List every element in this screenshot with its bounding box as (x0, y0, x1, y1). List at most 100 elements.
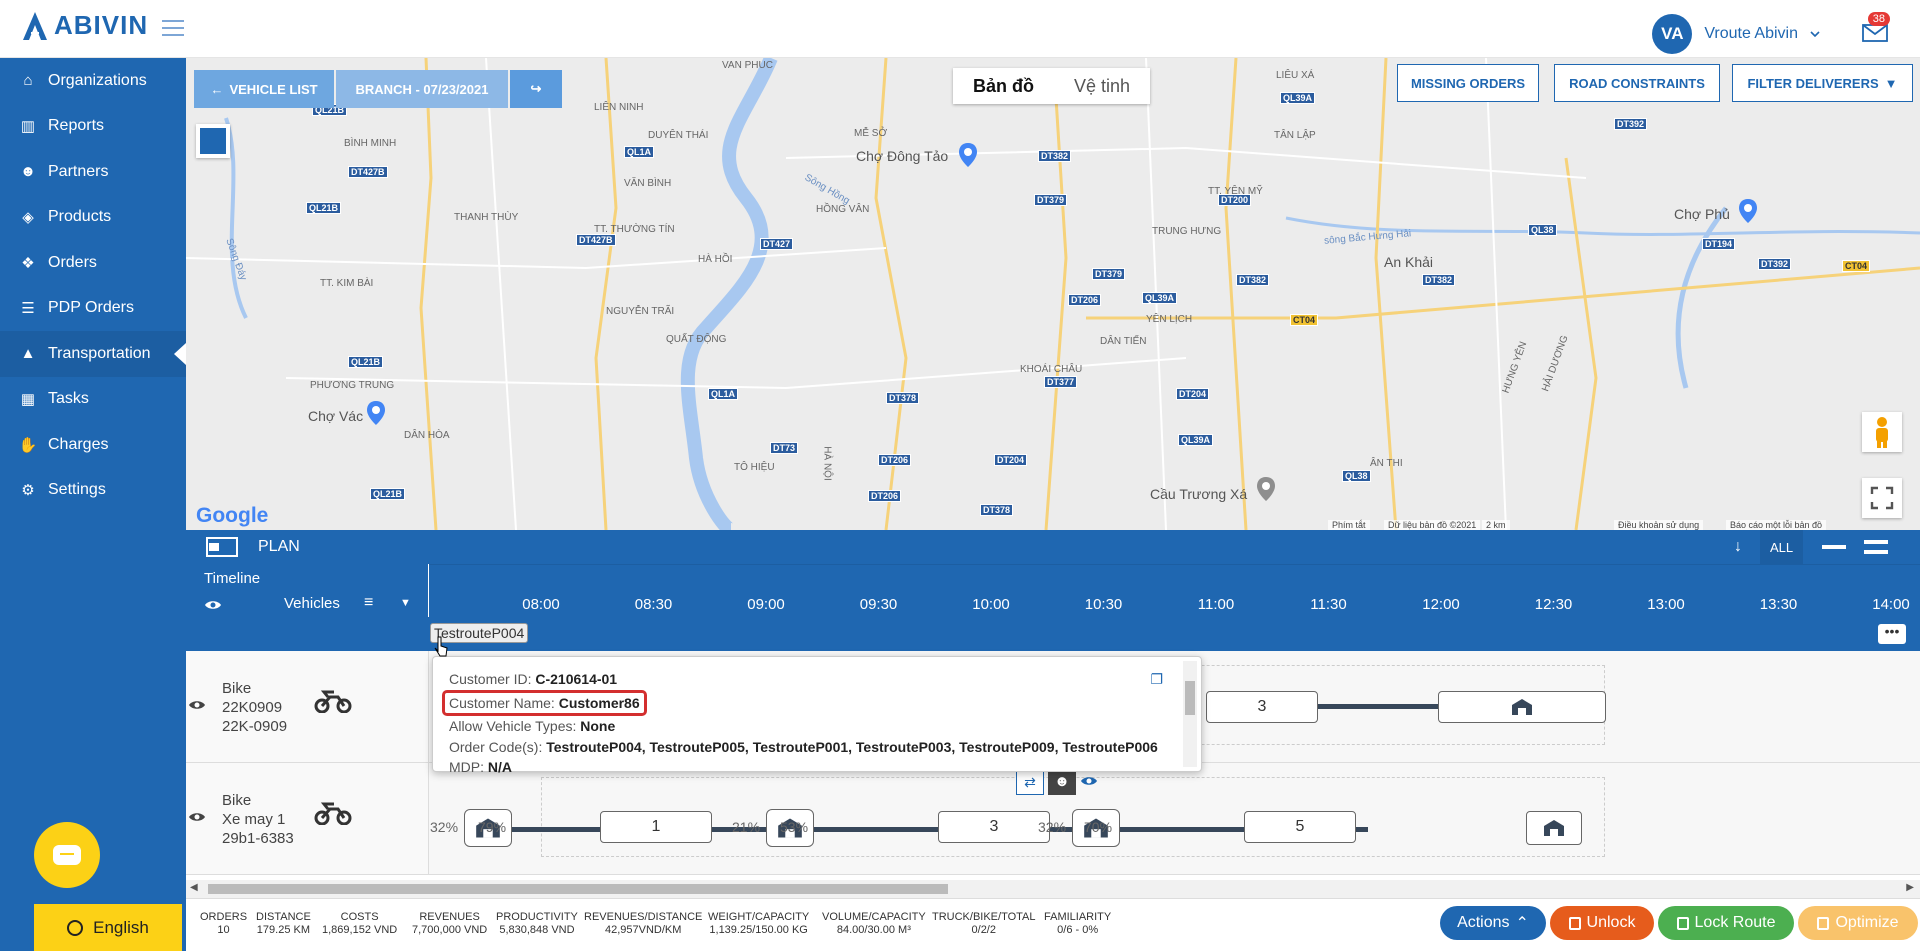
filter-all-button[interactable]: ALL (1760, 530, 1804, 564)
sidebar-item-products[interactable]: ◈ Products (0, 195, 186, 241)
map-place-label: HÀ NỘI (821, 446, 833, 481)
market-pin-icon[interactable] (366, 400, 386, 426)
map-type-satellite[interactable]: Vệ tinh (1054, 68, 1150, 104)
share-button[interactable]: ↪ (510, 70, 562, 108)
road-shield: DT382 (1038, 150, 1072, 162)
chevron-up-icon: ⌃ (1515, 915, 1529, 932)
sidebar-item-transportation[interactable]: ▲ Transportation (0, 331, 186, 377)
map-place-label: THANH THÙY (454, 212, 519, 223)
road-shield: DT427B (576, 234, 616, 246)
arrow-left-icon: ← (210, 81, 224, 97)
stat-costs: COSTS 1,869,152 VND (322, 911, 398, 936)
eye-icon[interactable] (188, 811, 206, 823)
load-percent: 53% (780, 819, 809, 835)
road-shield: CT04 (1290, 314, 1319, 326)
sidebar-item-tasks[interactable]: ▦ Tasks (0, 377, 186, 423)
cubes-icon: ❖ (21, 254, 35, 272)
stat-familiarity: FAMILIARITY 0/6 - 0% (1044, 911, 1112, 936)
sidebar-item-organizations[interactable]: ⌂ Organizations (0, 58, 186, 104)
market-pin-icon[interactable] (958, 142, 978, 168)
map-scale[interactable]: 2 km (1482, 520, 1510, 530)
dropdown-caret-icon[interactable]: ▼ (400, 597, 411, 609)
depot-stop[interactable] (1438, 691, 1606, 723)
load-percent: 32% (430, 819, 459, 835)
lock-route-button[interactable]: Lock Route (1658, 906, 1794, 940)
market-pin-icon[interactable] (1738, 198, 1758, 224)
user-menu[interactable]: VA Vroute Abivin (1652, 14, 1820, 54)
actions-button[interactable]: Actions ⌃ (1440, 906, 1546, 940)
lock-icon (1676, 916, 1689, 930)
road-icon: ▲ (20, 345, 36, 363)
street-view-pegman-icon[interactable] (1862, 412, 1902, 452)
chat-button[interactable] (34, 822, 100, 888)
map-layer-square-button[interactable] (196, 124, 230, 158)
optimize-button[interactable]: Optimize (1798, 906, 1918, 940)
map-place-label: LIÊN NINH (594, 102, 644, 113)
copy-icon[interactable]: ❐ (1150, 669, 1163, 690)
horizontal-scrollbar[interactable]: ◀ ▶ (186, 880, 1920, 898)
brand-logo[interactable]: ABIVIN (22, 10, 148, 41)
sidebar-item-settings[interactable]: ⚙ Settings (0, 468, 186, 514)
menu-toggle-icon[interactable] (162, 20, 184, 38)
more-options-icon[interactable]: ••• (1878, 624, 1906, 644)
stop-box[interactable]: 1 (600, 811, 712, 843)
scroll-thumb[interactable] (208, 884, 948, 894)
stop-box[interactable]: 3 (938, 811, 1050, 843)
map-attribution-shortcuts[interactable]: Phím tắt (1328, 520, 1370, 530)
stat-revenues-distance: REVENUES/DISTANCE 42,957VND/KM (584, 911, 703, 936)
sidebar-item-orders[interactable]: ❖ Orders (0, 240, 186, 286)
branch-date-button[interactable]: BRANCH - 07/23/2021 (336, 70, 508, 108)
sidebar-item-charges[interactable]: ✋ Charges (0, 422, 186, 468)
filter-deliverers-button[interactable]: FILTER DELIVERERS ▼ (1732, 64, 1913, 102)
sidebar-item-reports[interactable]: ▥ Reports (0, 104, 186, 150)
scroll-right-icon[interactable]: ▶ (1906, 882, 1914, 893)
sort-lines-icon[interactable]: ≡ (364, 594, 373, 612)
timeline-tick: 11:00 (1197, 596, 1235, 613)
road-shield: CT04 (1842, 260, 1871, 272)
road-shield: QL1A (708, 388, 739, 400)
panel-toggle-icon[interactable] (206, 537, 238, 557)
map-place-label: TRUNG HƯNG (1152, 226, 1222, 237)
sidebar-item-partners[interactable]: ☻ Partners (0, 149, 186, 195)
stop-box[interactable]: 5 (1244, 811, 1356, 843)
vehicle-list-button[interactable]: ← VEHICLE LIST (194, 70, 334, 108)
motorbike-icon (314, 690, 352, 713)
unlock-button[interactable]: Unlock (1550, 906, 1654, 940)
road-shield: DT392 (1758, 258, 1792, 270)
collapse-view-icon[interactable] (1822, 545, 1846, 549)
timeline-tick: 09:30 (859, 596, 898, 613)
sidebar-item-label: Reports (48, 117, 105, 135)
square-icon (200, 128, 226, 154)
landmark-pin-icon[interactable] (1256, 476, 1276, 502)
map-place-label: TÂN LẬP (1274, 130, 1316, 141)
language-button[interactable]: English (34, 904, 182, 951)
scroll-left-icon[interactable]: ◀ (190, 882, 198, 893)
fullscreen-icon[interactable] (1862, 478, 1902, 518)
eye-icon[interactable] (188, 699, 206, 711)
sidebar-item-pdp-orders[interactable]: ☰ PDP Orders (0, 286, 186, 332)
expand-view-icon[interactable] (1864, 540, 1888, 554)
map-place-label: Chợ Vác (308, 408, 364, 424)
road-shield: QL21B (306, 202, 342, 214)
timeline-tick: 13:00 (1647, 596, 1685, 613)
timeline-tick: 10:30 (1084, 596, 1123, 613)
tooltip-scrollbar[interactable] (1183, 661, 1197, 767)
map-roads-layer (186, 58, 1920, 530)
stat-weight-capacity: WEIGHT/CAPACITY 1,139.25/150.00 KG (708, 911, 810, 936)
map-place-label: YÊN LỊCH (1146, 314, 1193, 325)
sort-down-icon[interactable]: ↓ (1734, 538, 1742, 556)
road-shield: QL1A (624, 146, 655, 158)
map-attribution-report[interactable]: Báo cáo một lỗi bản đồ (1726, 520, 1827, 530)
depot-stop[interactable] (1526, 811, 1582, 845)
order-codes-line: Order Code(s): TestrouteP004, TestrouteP… (449, 738, 1158, 755)
road-constraints-button[interactable]: ROAD CONSTRAINTS (1554, 64, 1720, 102)
map-type-roadmap[interactable]: Bản đồ (953, 68, 1054, 104)
map-attribution-terms[interactable]: Điều khoản sử dụng (1614, 520, 1704, 530)
avatar: VA (1652, 14, 1693, 54)
missing-orders-button[interactable]: MISSING ORDERS (1397, 64, 1539, 102)
stop-box[interactable]: 3 (1206, 691, 1318, 723)
warehouse-icon (1512, 699, 1532, 715)
map-view[interactable]: VAN PHUC LIÊN NINH DUYÊN THÁI BÌNH MINH … (186, 58, 1920, 530)
vehicle-types-line: Allow Vehicle Types: None (449, 718, 616, 734)
eye-icon[interactable] (204, 599, 222, 611)
